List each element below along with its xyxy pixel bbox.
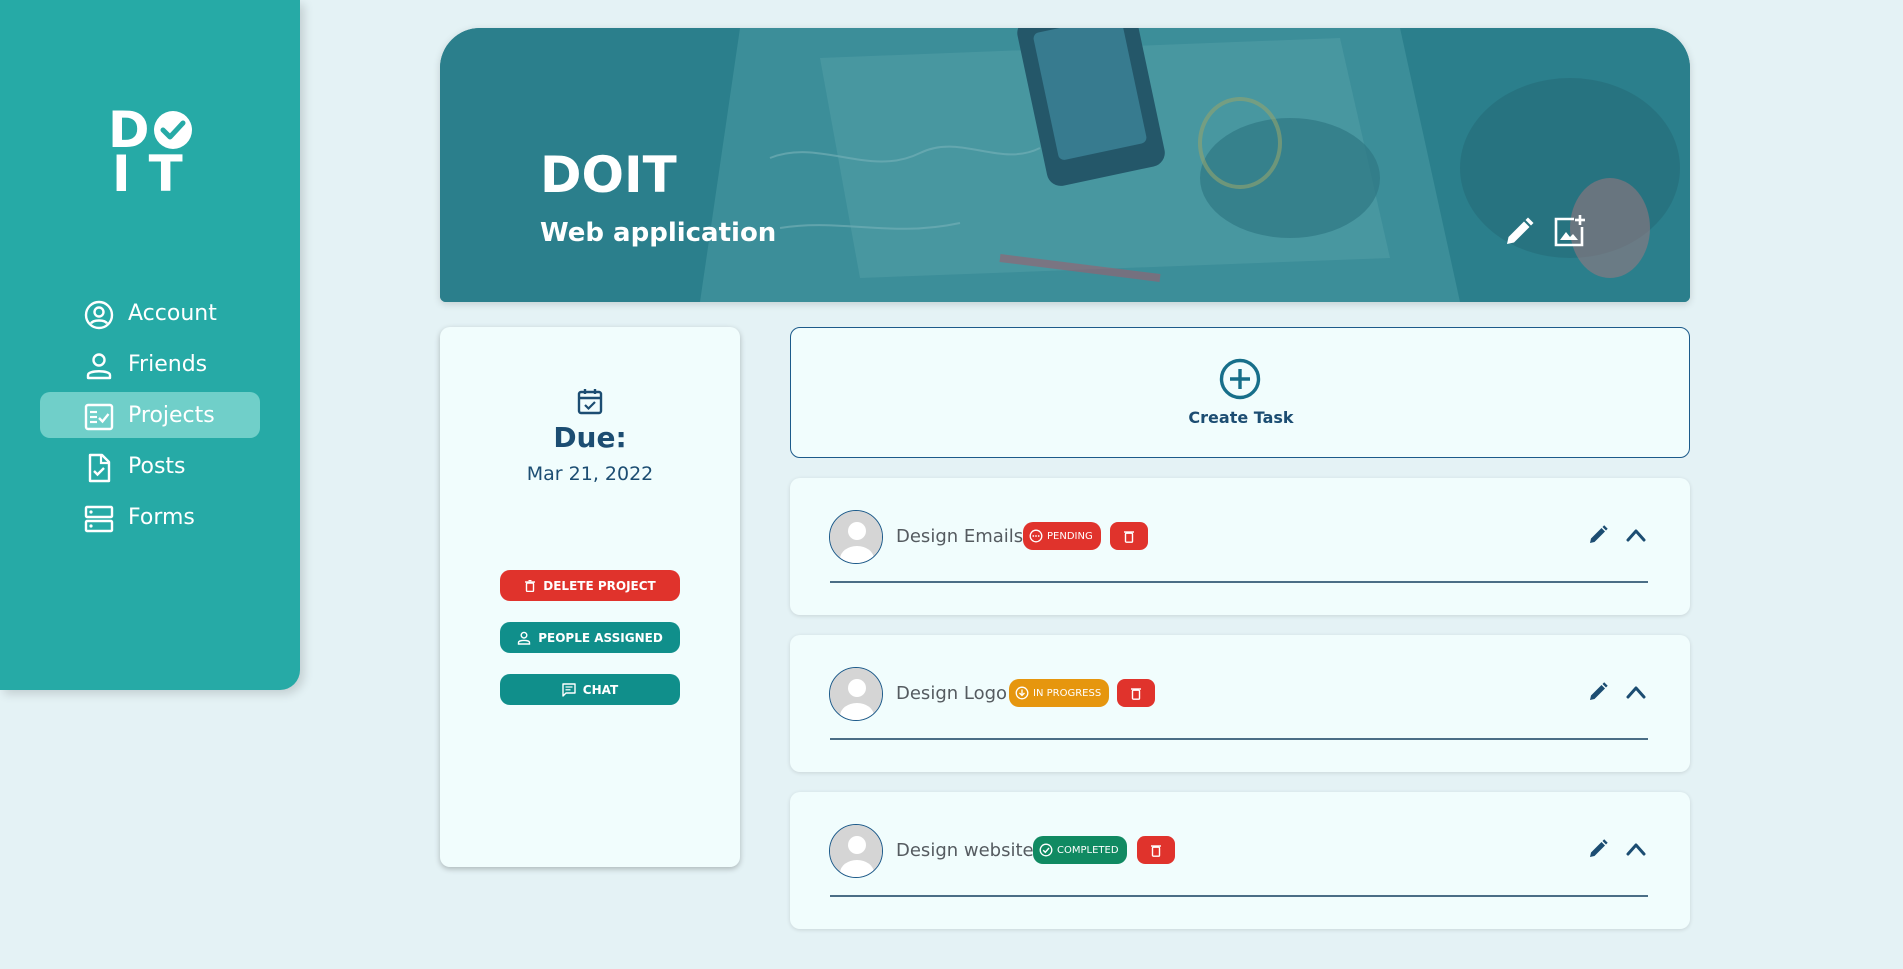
sidebar: D IT Account Friends Projects Posts Form… <box>0 0 300 690</box>
user-placeholder-icon <box>830 511 882 563</box>
task-card: Design website COMPLETED <box>790 792 1690 929</box>
trash-icon <box>1124 530 1134 543</box>
status-text: PENDING <box>1047 530 1093 542</box>
task-divider <box>830 738 1648 740</box>
sidebar-item-posts[interactable]: Posts <box>40 443 260 489</box>
status-badge: PENDING <box>1023 522 1101 550</box>
status-badge: IN PROGRESS <box>1009 679 1110 707</box>
trash-icon <box>1131 687 1141 700</box>
project-banner: DOIT Web application <box>440 28 1690 302</box>
document-check-icon <box>88 453 111 483</box>
checklist-icon <box>84 403 114 431</box>
project-subtitle: Web application <box>540 218 777 248</box>
project-title: DOIT <box>540 146 677 204</box>
add-circle-icon <box>1219 358 1261 400</box>
chat-button[interactable]: CHAT <box>500 674 680 705</box>
pending-icon <box>1029 529 1043 543</box>
delete-task-button[interactable] <box>1117 679 1155 707</box>
calendar-check-icon <box>577 389 603 415</box>
in-progress-icon <box>1015 686 1029 700</box>
delete-task-button[interactable] <box>1110 522 1148 550</box>
task-name: Design website <box>896 840 1034 861</box>
edit-task-icon[interactable] <box>1587 838 1609 860</box>
add-image-icon[interactable] <box>1552 214 1586 248</box>
sidebar-item-forms[interactable]: Forms <box>40 494 260 540</box>
delete-task-button[interactable] <box>1137 836 1175 864</box>
user-placeholder-icon <box>830 825 882 877</box>
chat-label: CHAT <box>582 682 619 697</box>
task-name: Design Logo <box>896 683 1008 704</box>
task-card: Design Logo IN PROGRESS <box>790 635 1690 772</box>
sidebar-item-projects[interactable]: Projects <box>40 392 260 438</box>
sidebar-item-account[interactable]: Account <box>40 290 260 336</box>
sidebar-item-label: Projects <box>128 402 215 428</box>
check-circle-icon <box>1039 843 1053 857</box>
sidebar-item-label: Posts <box>128 453 186 479</box>
logo-check-icon <box>153 111 192 149</box>
edit-task-icon[interactable] <box>1587 681 1609 703</box>
avatar <box>829 824 883 878</box>
task-divider <box>830 895 1648 897</box>
status-text: COMPLETED <box>1057 844 1119 856</box>
sidebar-item-label: Forms <box>128 504 195 530</box>
trash-icon <box>1151 844 1161 857</box>
task-name: Design Emails <box>896 526 1024 547</box>
task-card: Design Emails PENDING <box>790 478 1690 615</box>
sidebar-item-label: Friends <box>128 351 208 377</box>
pencil-icon[interactable] <box>1503 216 1535 248</box>
chat-icon <box>562 682 576 697</box>
create-task-button[interactable]: Create Task <box>790 327 1690 458</box>
logo-line-it: IT <box>112 145 201 203</box>
doit-logo[interactable]: D IT <box>108 105 201 203</box>
status-text: IN PROGRESS <box>1033 687 1102 699</box>
delete-project-button[interactable]: DELETE PROJECT <box>500 570 680 601</box>
project-info-card: Due: Mar 21, 2022 DELETE PROJECT PEOPLE … <box>440 327 740 867</box>
create-task-label: Create Task <box>1188 408 1294 427</box>
avatar <box>829 510 883 564</box>
person-icon <box>86 353 112 380</box>
sidebar-item-friends[interactable]: Friends <box>40 341 260 387</box>
user-placeholder-icon <box>830 668 882 720</box>
people-assigned-label: PEOPLE ASSIGNED <box>538 630 663 645</box>
sidebar-nav: Account Friends Projects Posts Forms <box>40 290 260 545</box>
chevron-up-icon[interactable] <box>1624 681 1648 703</box>
trash-icon <box>525 579 536 592</box>
account-circle-icon <box>84 300 114 330</box>
due-date: Mar 21, 2022 <box>526 463 654 485</box>
people-assigned-button[interactable]: PEOPLE ASSIGNED <box>500 622 680 653</box>
person-icon <box>518 631 531 645</box>
storage-icon <box>84 505 114 533</box>
edit-task-icon[interactable] <box>1587 524 1609 546</box>
delete-project-label: DELETE PROJECT <box>543 578 656 593</box>
status-badge: COMPLETED <box>1033 836 1127 864</box>
avatar <box>829 667 883 721</box>
chevron-up-icon[interactable] <box>1624 524 1648 546</box>
task-divider <box>830 581 1648 583</box>
chevron-up-icon[interactable] <box>1624 838 1648 860</box>
due-label: Due: <box>553 421 627 454</box>
sidebar-item-label: Account <box>128 300 217 326</box>
